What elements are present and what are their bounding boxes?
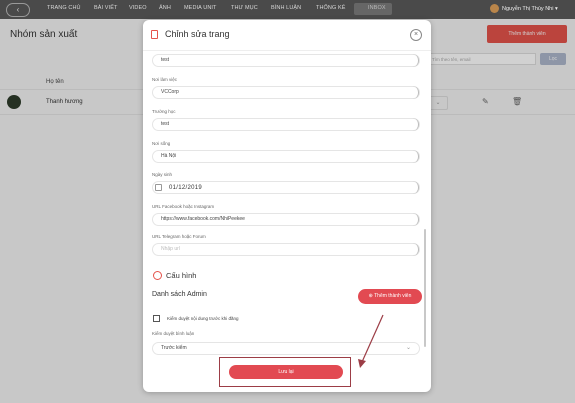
modal-body: test Nơi làm việc VCCorp Trường học test… bbox=[143, 51, 431, 392]
scrollbar[interactable] bbox=[424, 229, 426, 347]
workplace-label: Nơi làm việc bbox=[152, 77, 177, 82]
birthday-label: Ngày sinh bbox=[152, 172, 173, 177]
telegram-label: URL Telegram hoặc Forum bbox=[152, 234, 206, 239]
nav-media-unit[interactable]: MEDIA UNIT bbox=[184, 5, 216, 11]
back-arrow-icon[interactable]: ‹ bbox=[6, 3, 30, 17]
comment-review-label: Kiểm duyệt bình luận bbox=[152, 331, 195, 336]
facebook-label: URL Facebook hoặc Instagram bbox=[152, 204, 215, 209]
facebook-url-input[interactable]: https://www.facebook.com/NhiPeekee bbox=[152, 213, 420, 226]
moderate-content-label: Kiểm duyệt nội dung trước khi đăng bbox=[167, 316, 239, 321]
nav-stats[interactable]: THỐNG KÊ bbox=[316, 5, 346, 11]
comment-review-select[interactable]: Trước kiểm ⌄ bbox=[152, 342, 420, 355]
chevron-down-icon: ⌄ bbox=[405, 345, 411, 351]
modal-header: Chỉnh sửa trang × bbox=[143, 20, 431, 51]
residence-input[interactable]: Hà Nội bbox=[152, 150, 420, 163]
birthday-value: 01/12/2019 bbox=[169, 185, 203, 191]
calendar-icon bbox=[155, 184, 162, 191]
highlight-box bbox=[219, 357, 351, 387]
add-member-button[interactable]: ⊕ Thêm thành viên bbox=[358, 289, 422, 304]
document-icon bbox=[151, 30, 158, 39]
modal-title: Chỉnh sửa trang bbox=[165, 29, 230, 39]
nav-photos[interactable]: ẢNH bbox=[159, 5, 171, 11]
school-input[interactable]: test bbox=[152, 118, 420, 131]
avatar bbox=[490, 4, 499, 13]
close-icon[interactable]: × bbox=[410, 29, 422, 41]
top-navbar: ‹ TRANG CHỦ BÀI VIẾT VIDEO ẢNH MEDIA UNI… bbox=[0, 0, 575, 19]
school-label: Trường học bbox=[152, 109, 176, 114]
nav-articles[interactable]: BÀI VIẾT bbox=[94, 5, 117, 11]
edit-page-modal: Chỉnh sửa trang × test Nơi làm việc VCCo… bbox=[143, 20, 431, 392]
nav-home[interactable]: TRANG CHỦ bbox=[47, 5, 81, 11]
gear-icon bbox=[153, 271, 162, 280]
residence-label: Nơi sống bbox=[152, 141, 171, 146]
telegram-url-input[interactable]: Nhập url bbox=[152, 243, 420, 256]
config-section-title: Cấu hình bbox=[166, 271, 197, 280]
user-menu[interactable]: Nguyễn Thị Thùy Nhi ▾ bbox=[490, 4, 558, 13]
moderate-content-checkbox[interactable] bbox=[153, 315, 160, 322]
nav-inbox[interactable]: INBOX bbox=[354, 3, 392, 15]
workplace-input[interactable]: VCCorp bbox=[152, 86, 420, 99]
admin-list-label: Danh sách Admin bbox=[152, 291, 207, 298]
nav-comments[interactable]: BÌNH LUẬN bbox=[271, 5, 301, 11]
nav-folder[interactable]: THƯ MỤC bbox=[231, 5, 258, 11]
nav-video[interactable]: VIDEO bbox=[129, 5, 147, 11]
first-field-input[interactable]: test bbox=[152, 54, 420, 67]
